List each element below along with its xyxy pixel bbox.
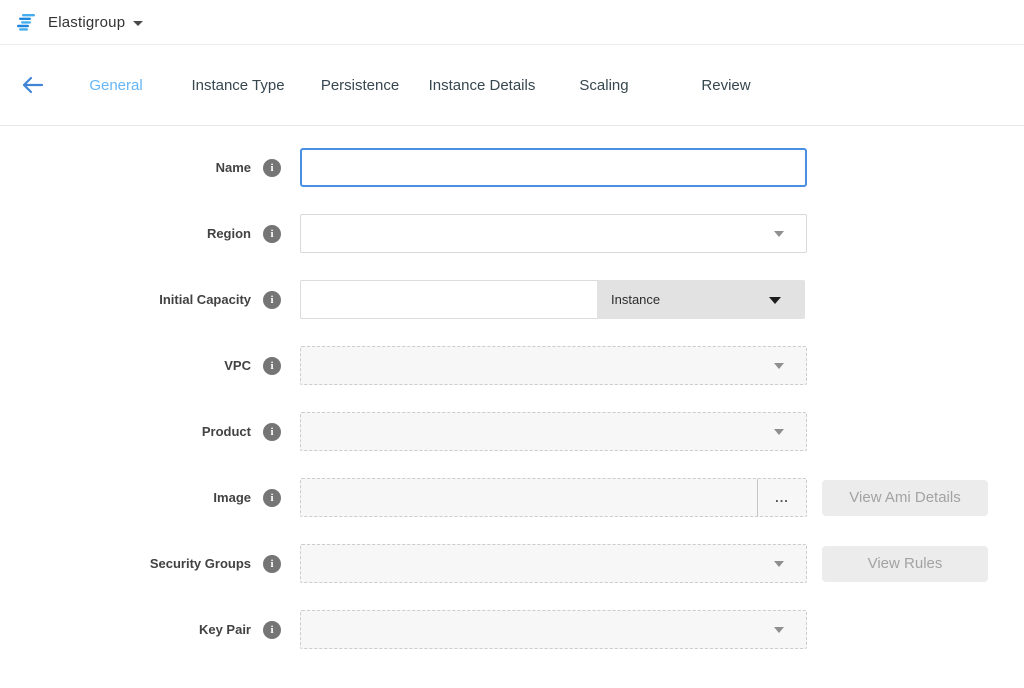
name-label: Name [216, 160, 251, 175]
wizard-tabs: General Instance Type Persistence Instan… [55, 77, 787, 94]
info-icon[interactable]: i [263, 225, 281, 243]
wizard-tabbar: General Instance Type Persistence Instan… [0, 45, 1024, 126]
info-icon[interactable]: i [263, 291, 281, 309]
info-icon[interactable]: i [263, 357, 281, 375]
tab-instance-type[interactable]: Instance Type [177, 77, 299, 94]
product-label: Product [202, 424, 251, 439]
chevron-down-icon [774, 561, 784, 567]
chevron-down-icon [774, 363, 784, 369]
tab-instance-details[interactable]: Instance Details [421, 77, 543, 94]
field-row-image: Image i ... View Ami Details [0, 478, 1024, 517]
app-name: Elastigroup [48, 14, 125, 31]
field-row-vpc: VPC i [0, 346, 1024, 385]
image-browse-button[interactable]: ... [757, 479, 806, 516]
image-picker[interactable]: ... [300, 478, 807, 517]
capacity-unit-select[interactable]: Instance [597, 280, 805, 319]
view-ami-details-button[interactable]: View Ami Details [822, 480, 988, 516]
general-form: Name i Region i Initial Capacity i Insta… [0, 126, 1024, 649]
tab-general[interactable]: General [55, 77, 177, 94]
arrow-left-icon [22, 76, 44, 94]
view-rules-button[interactable]: View Rules [822, 546, 988, 582]
initial-capacity-input[interactable] [300, 280, 597, 319]
region-select[interactable] [300, 214, 807, 253]
security-groups-select[interactable] [300, 544, 807, 583]
chevron-down-icon [774, 231, 784, 237]
tab-persistence[interactable]: Persistence [299, 77, 421, 94]
field-row-region: Region i [0, 214, 1024, 253]
name-input[interactable] [300, 148, 807, 187]
field-row-name: Name i [0, 148, 1024, 187]
vpc-label: VPC [224, 358, 251, 373]
security-groups-label: Security Groups [150, 556, 251, 571]
capacity-unit-value: Instance [611, 292, 660, 307]
tab-scaling[interactable]: Scaling [543, 77, 665, 94]
top-header: Elastigroup [0, 0, 1024, 45]
info-icon[interactable]: i [263, 489, 281, 507]
initial-capacity-label: Initial Capacity [159, 292, 251, 307]
region-label: Region [207, 226, 251, 241]
info-icon[interactable]: i [263, 621, 281, 639]
vpc-select[interactable] [300, 346, 807, 385]
chevron-down-icon [769, 297, 781, 304]
back-button[interactable] [20, 74, 46, 96]
field-row-product: Product i [0, 412, 1024, 451]
chevron-down-icon [133, 21, 143, 26]
key-pair-label: Key Pair [199, 622, 251, 637]
chevron-down-icon [774, 429, 784, 435]
chevron-down-icon [774, 627, 784, 633]
key-pair-select[interactable] [300, 610, 807, 649]
info-icon[interactable]: i [263, 159, 281, 177]
field-row-key-pair: Key Pair i [0, 610, 1024, 649]
elastigroup-logo-icon [16, 13, 38, 31]
field-row-initial-capacity: Initial Capacity i Instance [0, 280, 1024, 319]
app-switcher[interactable]: Elastigroup [48, 14, 143, 31]
info-icon[interactable]: i [263, 423, 281, 441]
product-select[interactable] [300, 412, 807, 451]
tab-review[interactable]: Review [665, 77, 787, 94]
field-row-security-groups: Security Groups i View Rules [0, 544, 1024, 583]
image-label: Image [213, 490, 251, 505]
info-icon[interactable]: i [263, 555, 281, 573]
